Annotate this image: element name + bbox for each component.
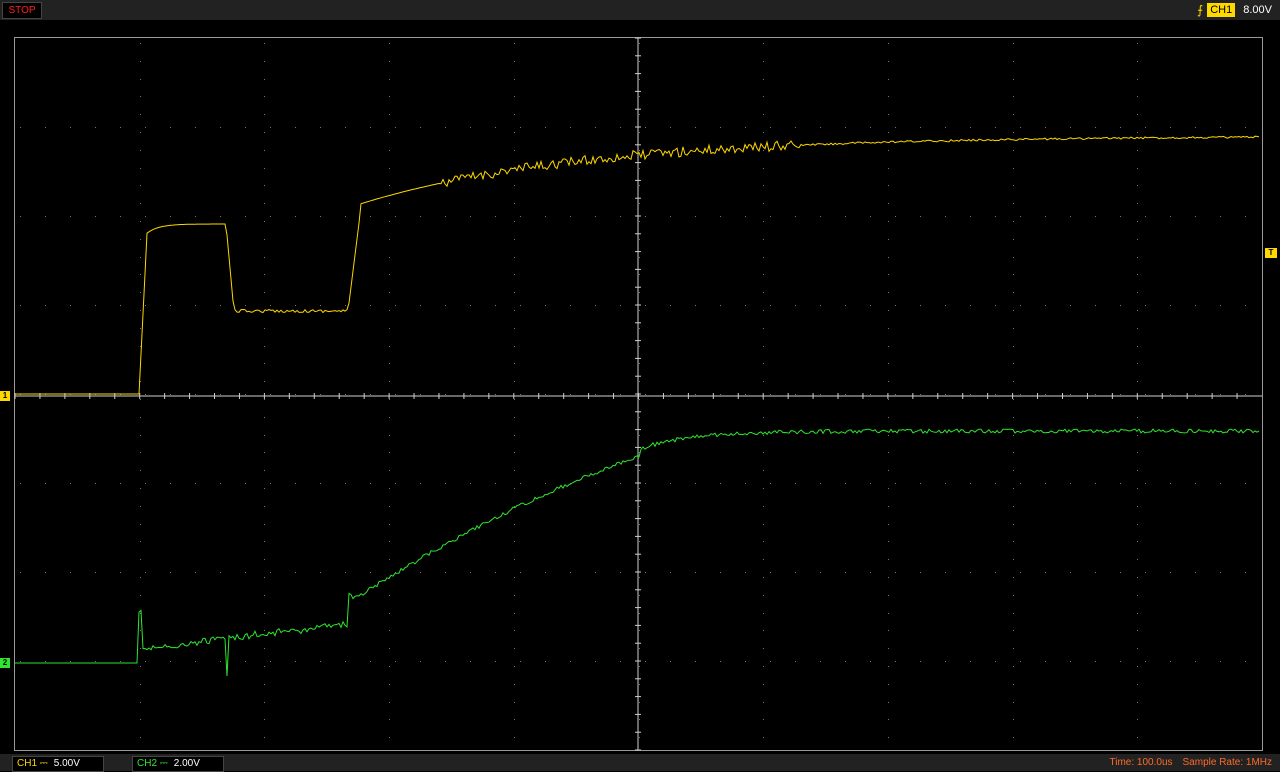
trigger-level-marker[interactable]: T — [1265, 248, 1277, 258]
timebase: Time: 100.0us — [1109, 757, 1173, 768]
ch1-label: CH1 ⎓ — [17, 758, 48, 769]
timebase-info: Time: 100.0us Sample Rate: 1MHz — [1100, 757, 1272, 768]
ch2-scale-box[interactable]: CH2 ⎓ 2.00V — [132, 756, 224, 772]
ch1-scale-box[interactable]: CH1 ⎓ 5.00V — [12, 756, 104, 772]
status-bar: CH1 ⎓ 5.00V CH2 ⎓ 2.00V Time: 100.0us Sampl… — [0, 754, 1280, 772]
ch2-scale: 2.00V — [173, 758, 200, 769]
scope-screen[interactable] — [0, 0, 1280, 771]
ch1-scale: 5.00V — [53, 758, 80, 769]
ch2-ground-marker[interactable]: 2 — [0, 658, 10, 668]
sample-rate: Sample Rate: 1MHz — [1182, 757, 1272, 768]
ch2-label: CH2 ⎓ — [137, 758, 168, 769]
ch1-ground-marker[interactable]: 1 — [0, 391, 10, 401]
